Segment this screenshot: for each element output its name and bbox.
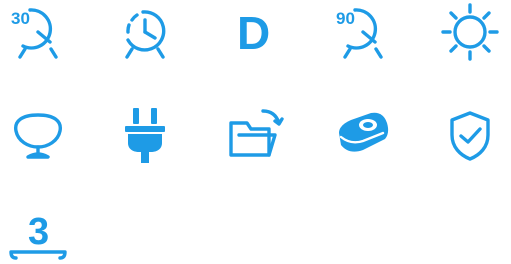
svg-text:D: D [237,7,270,59]
icon-grid: 30 D 90 3 [0,0,511,264]
soap-icon [333,105,393,165]
shield-check-icon [440,105,500,165]
timer-90-icon: 90 [333,2,393,62]
timer-dashed-icon [115,2,175,62]
svg-text:3: 3 [28,211,49,253]
number-3-icon: 3 [8,202,68,262]
svg-text:90: 90 [336,9,355,28]
glass-icon [8,105,68,165]
letter-d-icon: D [225,2,285,62]
timer-30-icon: 30 [8,2,68,62]
sun-icon [440,2,500,62]
svg-text:30: 30 [11,9,30,28]
folder-open-icon [225,105,285,165]
plug-icon [115,105,175,165]
